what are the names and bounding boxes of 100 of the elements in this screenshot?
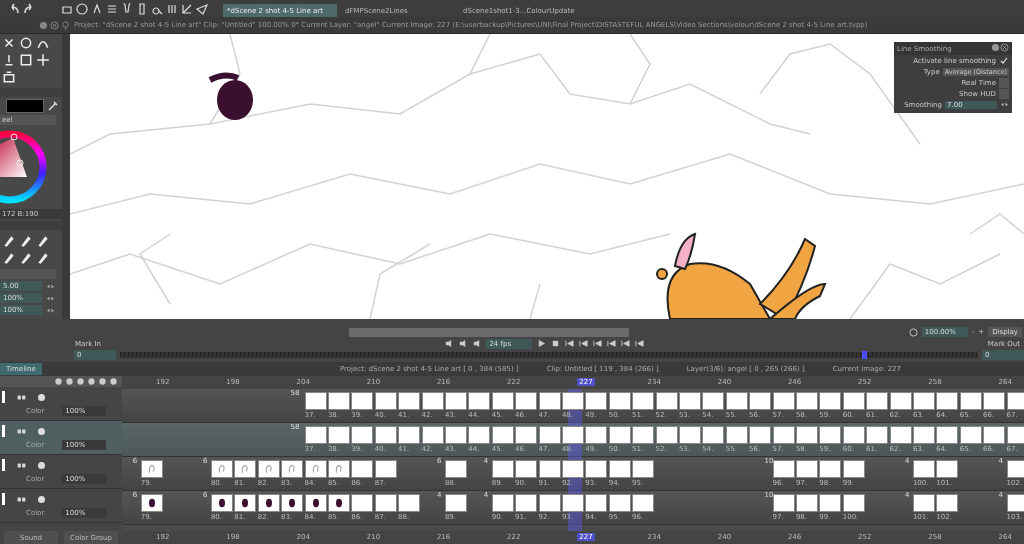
brush-icon[interactable] [36,251,50,265]
frame-cel[interactable] [421,392,444,410]
frame-cel[interactable] [936,426,959,444]
brush-icon[interactable] [2,234,16,248]
frame-cel[interactable] [351,494,374,512]
frame-cel[interactable] [304,494,327,512]
frame-cel[interactable] [632,426,655,444]
frame-cel[interactable] [749,426,772,444]
tool-icon[interactable] [2,36,16,50]
frame-cel[interactable] [398,494,421,512]
frame-cel[interactable] [608,426,631,444]
frame-cel[interactable] [351,392,374,410]
toolbar-icon[interactable] [196,2,208,15]
brush-icon[interactable] [2,251,16,265]
toolbar-icon[interactable] [106,2,118,15]
frame-cel[interactable] [772,460,795,478]
frame-cel[interactable] [819,460,842,478]
frame-cel[interactable] [515,392,538,410]
frame-cel[interactable] [234,460,257,478]
frame-cel[interactable] [538,426,561,444]
frame-cel[interactable] [585,392,608,410]
frame-cel[interactable] [725,392,748,410]
frame-cel[interactable] [234,494,257,512]
stop-icon[interactable] [551,339,561,348]
frame-cel[interactable] [959,426,982,444]
frame-cel[interactable] [912,494,935,512]
light-table-dot[interactable] [38,461,45,469]
frame-cel[interactable] [842,460,865,478]
tool-icon[interactable] [36,53,50,67]
close-icon[interactable] [50,20,59,30]
frame-cel[interactable] [257,494,280,512]
transport-icon[interactable] [593,339,603,348]
frame-cel[interactable] [772,494,795,512]
frame-cel[interactable] [351,460,374,478]
frame-cel[interactable] [374,392,397,410]
frame-cel[interactable] [912,426,935,444]
frame-cel[interactable] [444,426,467,444]
tool-icon[interactable] [19,36,33,50]
frame-cel[interactable] [398,392,421,410]
frame-cel[interactable] [608,460,631,478]
frame-cel[interactable] [210,494,233,512]
scrollbar-thumb[interactable] [349,327,630,337]
frame-cel[interactable] [304,460,327,478]
tool-icon[interactable] [2,70,16,84]
toolbar-icon[interactable] [181,2,193,15]
frame-cel[interactable] [538,460,561,478]
frame-cel[interactable] [561,460,584,478]
frame-cel[interactable] [304,392,327,410]
redo-icon[interactable] [23,2,35,15]
frame-cel[interactable] [444,392,467,410]
tool-icon[interactable] [19,53,33,67]
toolbar-icon[interactable] [91,2,103,15]
brush-icon[interactable] [36,234,50,248]
light-table-dot[interactable] [38,393,45,401]
frame-cel[interactable] [608,392,631,410]
frame-cel[interactable] [678,426,701,444]
frame-cel[interactable] [585,494,608,512]
light-table-dot[interactable] [38,427,45,435]
minimize-icon[interactable] [991,43,1000,52]
frame-cel[interactable] [842,392,865,410]
frame-cel[interactable] [327,494,350,512]
frame-cel[interactable] [632,392,655,410]
frame-cel[interactable] [444,460,467,478]
frame-cel[interactable] [304,426,327,444]
frame-cel[interactable] [936,392,959,410]
frame-cel[interactable] [678,392,701,410]
toolbar-icon[interactable] [121,2,133,15]
frame-cel[interactable] [538,494,561,512]
frame-cel[interactable] [608,494,631,512]
brush-icon[interactable] [19,251,33,265]
frame-cel[interactable] [1006,426,1024,444]
checkmark-icon[interactable] [999,55,1009,66]
frame-cel[interactable] [515,460,538,478]
frame-cel[interactable] [912,460,935,478]
frame-cel[interactable] [889,426,912,444]
frame-cel[interactable] [327,460,350,478]
frame-cel[interactable] [959,392,982,410]
pin-icon[interactable] [61,20,70,30]
frame-cel[interactable] [585,460,608,478]
frame-slider[interactable] [120,351,978,358]
frame-cel[interactable] [819,494,842,512]
frame-cel[interactable] [795,392,818,410]
frame-cel[interactable] [210,460,233,478]
frame-cel[interactable] [281,494,304,512]
frame-cel[interactable] [140,460,163,478]
arrows-icon[interactable] [1000,100,1009,109]
light-table-dot[interactable] [38,495,45,503]
frame-cel[interactable] [842,494,865,512]
frame-cel[interactable] [819,426,842,444]
frame-cel[interactable] [585,426,608,444]
undo-icon[interactable] [8,2,20,15]
frame-cel[interactable] [983,426,1006,444]
frame-cel[interactable] [983,392,1006,410]
frame-cel[interactable] [866,426,889,444]
frame-cel[interactable] [327,392,350,410]
frame-cel[interactable] [257,460,280,478]
frame-cel[interactable] [772,392,795,410]
target-icon[interactable] [908,327,918,337]
toolbar-icon[interactable] [136,2,148,15]
frame-cel[interactable] [538,392,561,410]
